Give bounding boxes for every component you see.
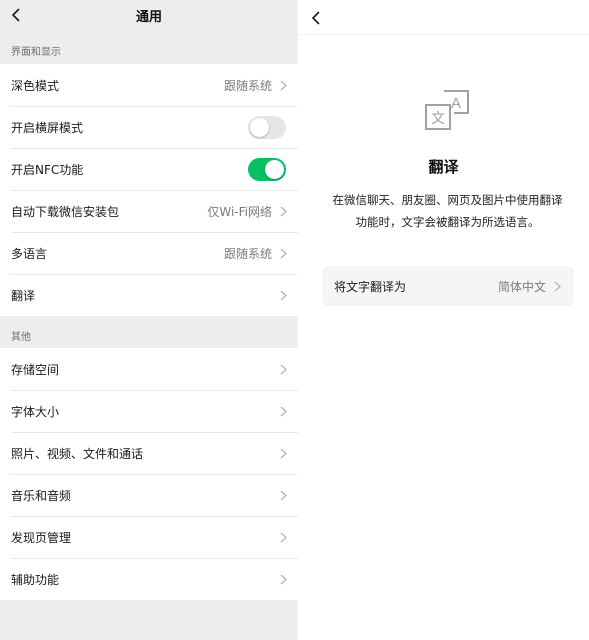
settings-row-label: 照片、视频、文件和通话 <box>11 446 144 461</box>
divider <box>298 34 589 35</box>
chevron-right-icon <box>278 79 288 91</box>
chevron-right-icon <box>278 531 288 543</box>
settings-row[interactable]: 字体大小 <box>0 390 298 432</box>
settings-row[interactable]: 深色模式 跟随系统 <box>0 64 298 106</box>
settings-row-label: 多语言 <box>11 246 48 261</box>
chevron-right-icon <box>278 205 288 217</box>
settings-row-label: 存储空间 <box>11 362 60 377</box>
translate-panel: A 文 翻译 在微信聊天、朋友圈、网页及图片中使用翻译 功能时，文字会被翻译为所… <box>298 0 589 640</box>
settings-row-label: 开启NFC功能 <box>11 162 84 177</box>
settings-row-value: 仅Wi-Fi网络 <box>207 204 272 219</box>
toggle-knob <box>265 159 284 179</box>
translate-icon: A 文 <box>425 90 469 130</box>
settings-row-label: 辅助功能 <box>11 572 60 587</box>
toggle-knob <box>250 117 269 137</box>
description-line: 功能时，文字会被翻译为所选语言。 <box>355 215 540 229</box>
feature-description: 在微信聊天、朋友圈、网页及图片中使用翻译 功能时，文字会被翻译为所选语言。 <box>318 189 577 233</box>
setting-label: 将文字翻译为 <box>334 279 407 294</box>
general-settings-panel: 通用 界面和显示 深色模式 跟随系统 开启横屏模式 开启NFC功能 自动下载微信安装包 仅W… <box>0 0 298 640</box>
settings-group: 存储空间字体大小照片、视频、文件和通话 音乐和音频发现页管理辅助功能 <box>0 348 298 600</box>
settings-row[interactable]: 自动下载微信安装包 仅Wi-Fi网络 <box>0 190 298 232</box>
settings-row[interactable]: 多语言 跟随系统 <box>0 232 298 274</box>
svg-text:A: A <box>451 95 461 112</box>
settings-row-value: 跟随系统 <box>223 246 272 261</box>
section-header: 界面和显示 <box>11 46 61 58</box>
settings-row[interactable]: 照片、视频、文件和通话 <box>0 432 298 474</box>
settings-row[interactable]: 辅助功能 <box>0 558 298 600</box>
settings-row-label: 发现页管理 <box>11 530 72 545</box>
chevron-right-icon <box>278 363 288 375</box>
settings-row-label: 开启横屏模式 <box>11 120 84 135</box>
settings-row-label: 自动下载微信安装包 <box>11 204 120 219</box>
description-line: 在微信聊天、朋友圈、网页及图片中使用翻译 <box>332 193 563 207</box>
settings-group: 深色模式 跟随系统 开启横屏模式 开启NFC功能 自动下载微信安装包 仅Wi-Fi网络 多语… <box>0 64 298 316</box>
settings-row[interactable]: 音乐和音频 <box>0 474 298 516</box>
settings-row-label: 翻译 <box>11 288 36 303</box>
chevron-right-icon <box>278 447 288 459</box>
translate-target-setting[interactable]: 将文字翻译为 简体中文 <box>322 266 574 306</box>
settings-row[interactable]: 翻译 <box>0 274 298 316</box>
settings-row[interactable]: 开启横屏模式 <box>0 106 298 148</box>
setting-value: 简体中文 <box>497 279 546 294</box>
back-button[interactable] <box>307 8 323 28</box>
feature-title: 翻译 <box>428 158 459 176</box>
chevron-right-icon <box>278 289 288 301</box>
settings-row-label: 深色模式 <box>11 78 60 93</box>
settings-row[interactable]: 发现页管理 <box>0 516 298 558</box>
settings-row[interactable]: 存储空间 <box>0 348 298 390</box>
toggle-switch[interactable] <box>248 157 286 181</box>
settings-row-label: 音乐和音频 <box>11 488 72 503</box>
chevron-right-icon <box>278 489 288 501</box>
settings-sections: 界面和显示 深色模式 跟随系统 开启横屏模式 开启NFC功能 自动下载微信安装包 仅Wi-F… <box>0 30 298 600</box>
nav-bar: 通用 <box>0 0 298 30</box>
toggle-switch[interactable] <box>248 115 286 139</box>
svg-text:文: 文 <box>431 111 445 127</box>
chevron-left-icon <box>311 11 320 25</box>
chevron-right-icon <box>552 280 562 292</box>
chevron-right-icon <box>278 405 288 417</box>
chevron-right-icon <box>278 573 288 585</box>
page-title: 通用 <box>135 10 162 25</box>
settings-row[interactable]: 开启NFC功能 <box>0 148 298 190</box>
section-header: 其他 <box>11 331 31 343</box>
settings-row-label: 字体大小 <box>11 404 60 419</box>
chevron-right-icon <box>278 247 288 259</box>
settings-row-value: 跟随系统 <box>223 78 272 93</box>
